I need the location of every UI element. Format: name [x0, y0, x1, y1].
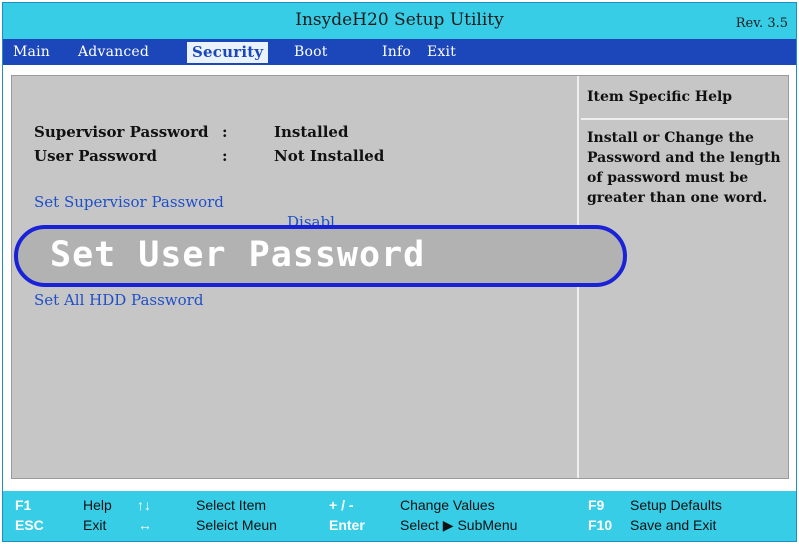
key-f9: F9 — [588, 497, 605, 513]
set-all-hdd-password-item[interactable]: Set All HDD Password — [34, 291, 203, 309]
key-esc-desc: Exit — [83, 517, 107, 533]
revision-label: Rev. 3.5 — [735, 16, 788, 31]
key-legend-bar: F1 Help ↑↓ Select Item + / - Change Valu… — [3, 491, 796, 541]
help-title: Item Specific Help — [587, 89, 733, 105]
menu-tab-security[interactable]: Security — [187, 42, 269, 63]
set-supervisor-password-item[interactable]: Set Supervisor Password — [34, 193, 224, 211]
key-f9-desc: Setup Defaults — [630, 497, 722, 513]
supervisor-password-value: Installed — [274, 123, 349, 141]
user-password-value: Not Installed — [274, 147, 385, 165]
app-title: InsydeH20 Setup Utility — [295, 10, 504, 30]
separator-colon: : — [222, 147, 228, 165]
key-f1-desc: Help — [83, 497, 112, 513]
menu-tab-boot[interactable]: Boot — [294, 44, 328, 60]
key-leftright: ↔ — [138, 517, 152, 533]
key-f10: F10 — [588, 517, 613, 533]
key-enter-desc: Select ▶ SubMenu — [400, 517, 518, 533]
key-f1: F1 — [15, 497, 32, 513]
key-plusminus: + / - — [329, 497, 354, 513]
key-f10-desc: Save and Exit — [630, 517, 717, 533]
help-text: Install or Change the Password and the l… — [587, 130, 781, 206]
menu-tab-main[interactable]: Main — [13, 44, 50, 60]
key-plusminus-desc: Change Values — [400, 497, 495, 513]
menu-bar: Main Advanced Security Boot Info Exit — [3, 39, 796, 65]
key-leftright-desc: Seleict Meun — [196, 517, 277, 533]
title-bar: InsydeH20 Setup Utility Rev. 3.5 — [3, 3, 796, 39]
key-esc: ESC — [15, 517, 44, 533]
key-enter: Enter — [329, 517, 365, 533]
user-password-label: User Password — [34, 147, 157, 165]
help-divider — [581, 118, 788, 120]
menu-tab-exit[interactable]: Exit — [427, 44, 456, 60]
menu-tab-info[interactable]: Info — [382, 44, 411, 60]
supervisor-password-label: Supervisor Password — [34, 123, 209, 141]
key-updown-desc: Select Item — [196, 497, 267, 513]
set-user-password-label: Set User Password — [50, 235, 426, 275]
set-user-password-item[interactable]: Set User Password — [14, 225, 627, 287]
key-updown: ↑↓ — [137, 497, 151, 513]
bios-window: InsydeH20 Setup Utility Rev. 3.5 Main Ad… — [2, 2, 797, 542]
menu-tab-advanced[interactable]: Advanced — [78, 44, 149, 60]
separator-colon: : — [222, 123, 228, 141]
